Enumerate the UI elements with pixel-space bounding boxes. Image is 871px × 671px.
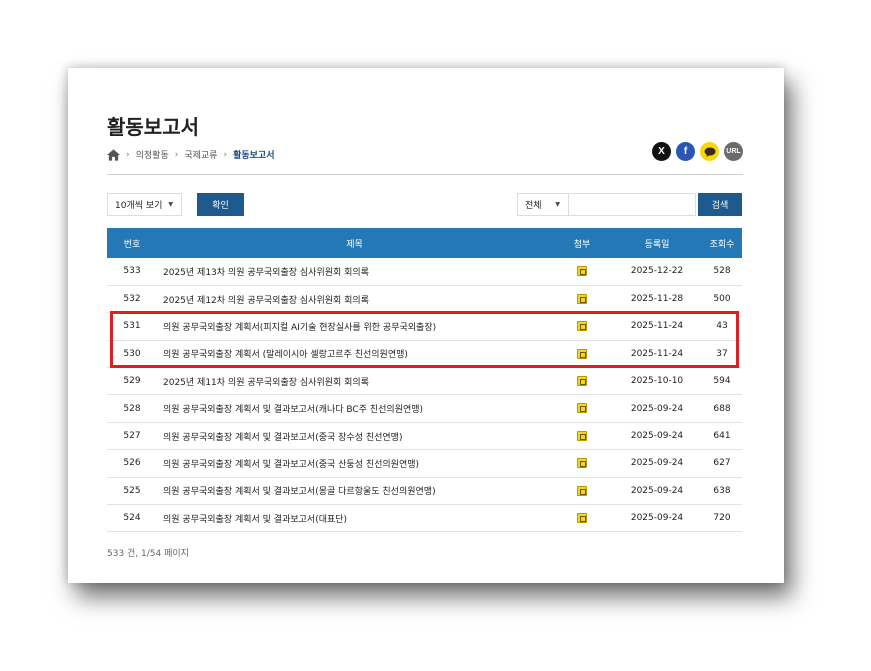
url-copy-icon[interactable]: URL (724, 142, 743, 161)
row-title-link[interactable]: 의원 공무국외출장 계획서 및 결과보고서(중국 장수성 친선연맹) (157, 422, 552, 451)
caret-down-icon: ▼ (168, 201, 173, 208)
breadcrumb: › 의정활동 › 국제교류 › 활동보고서 (107, 148, 274, 161)
table-row: 526 의원 공무국외출장 계획서 및 결과보고서(중국 산둥성 친선의원연맹)… (107, 449, 742, 478)
row-date: 2025-11-28 (612, 285, 702, 314)
header-date: 등록일 (612, 228, 702, 258)
activity-report-table: 번호 제목 첨부 등록일 조회수 533 2025년 제13차 의원 공무국외출… (107, 228, 742, 533)
row-no: 531 (107, 312, 157, 341)
row-views: 500 (702, 285, 742, 314)
row-no: 527 (107, 422, 157, 451)
divider (107, 174, 743, 175)
file-attachment-icon[interactable] (577, 376, 587, 386)
row-no: 524 (107, 504, 157, 533)
file-attachment-icon[interactable] (577, 321, 587, 332)
row-date: 2025-09-24 (612, 449, 702, 478)
header-title: 제목 (157, 228, 552, 258)
row-date: 2025-12-22 (612, 258, 702, 286)
table-row: 530 의원 공무국외출장 계획서 (말레이시아 셀랑고르주 친선의원연맹) 2… (107, 340, 742, 369)
table-row: 529 2025년 제11차 의원 공무국외출장 심사위원회 회의록 2025-… (107, 367, 742, 396)
row-views: 594 (702, 367, 742, 396)
home-icon[interactable] (107, 148, 120, 161)
table-row: 528 의원 공무국외출장 계획서 및 결과보고서(캐나다 BC주 친선의원연맹… (107, 394, 742, 423)
row-date: 2025-10-10 (612, 367, 702, 396)
x-share-icon[interactable]: X (652, 142, 671, 161)
row-title-link[interactable]: 의원 공무국외출장 계획서 및 결과보고서(대표단) (157, 504, 552, 533)
file-attachment-icon[interactable] (577, 485, 587, 496)
file-attachment-icon[interactable] (577, 266, 587, 277)
search-button[interactable]: 검색 (698, 193, 742, 216)
caret-down-icon: ▼ (555, 201, 560, 208)
row-title-link[interactable]: 2025년 제11차 의원 공무국외출장 심사위원회 회의록 (157, 367, 552, 396)
file-attachment-icon[interactable] (577, 512, 587, 523)
row-date: 2025-09-24 (612, 422, 702, 451)
content-card: 활동보고서 › 의정활동 › 국제교류 › 활동보고서 X f URL 10개씩… (68, 68, 784, 583)
breadcrumb-item-activities[interactable]: 의정활동 (136, 148, 169, 161)
facebook-share-icon[interactable]: f (676, 142, 695, 161)
breadcrumb-item-international[interactable]: 국제교류 (184, 148, 217, 161)
row-views: 37 (702, 340, 742, 369)
row-date: 2025-09-24 (612, 477, 702, 506)
row-title-link[interactable]: 의원 공무국외출장 계획서 및 결과보고서(캐나다 BC주 친선의원연맹) (157, 394, 552, 423)
chevron-right-icon: › (174, 149, 179, 160)
confirm-button[interactable]: 확인 (197, 193, 244, 216)
kakaotalk-share-icon[interactable] (700, 142, 719, 161)
file-attachment-icon[interactable] (577, 430, 587, 441)
row-views: 627 (702, 449, 742, 478)
file-attachment-icon[interactable] (577, 348, 587, 359)
table-row: 533 2025년 제13차 의원 공무국외출장 심사위원회 회의록 2025-… (107, 258, 742, 286)
chevron-right-icon: › (126, 149, 130, 160)
row-views: 528 (702, 258, 742, 286)
row-date: 2025-09-24 (612, 394, 702, 423)
row-views: 638 (702, 477, 742, 506)
table-row: 524 의원 공무국외출장 계획서 및 결과보고서(대표단) 2025-09-2… (107, 504, 742, 533)
breadcrumb-item-current: 활동보고서 (233, 151, 275, 161)
row-title-link[interactable]: 의원 공무국외출장 계획서 및 결과보고서(중국 산둥성 친선의원연맹) (157, 449, 552, 478)
row-views: 43 (702, 312, 742, 341)
row-views: 641 (702, 422, 742, 451)
chevron-right-icon: › (223, 149, 228, 160)
row-no: 530 (107, 340, 157, 369)
row-title-link[interactable]: 의원 공무국외출장 계획서 및 결과보고서(몽골 다르항울도 친선의원연맹) (157, 477, 552, 506)
row-views: 688 (702, 394, 742, 423)
row-no: 528 (107, 394, 157, 423)
facebook-label: f (683, 146, 688, 157)
page-size-value: 10개씩 보기 (115, 201, 163, 211)
row-no: 529 (107, 367, 157, 396)
page-title: 활동보고서 (107, 115, 199, 139)
page-info: 533 건, 1/54 페이지 (107, 549, 189, 559)
row-date: 2025-09-24 (612, 504, 702, 533)
row-title-link[interactable]: 의원 공무국외출장 계획서(피지컬 AI기술 현장실사를 위한 공무국외출장) (157, 312, 552, 341)
table-row: 527 의원 공무국외출장 계획서 및 결과보고서(중국 장수성 친선연맹) 2… (107, 422, 742, 451)
row-date: 2025-11-24 (612, 312, 702, 341)
row-no: 525 (107, 477, 157, 506)
header-views: 조회수 (702, 228, 742, 258)
row-date: 2025-11-24 (612, 340, 702, 369)
url-label: URL (726, 148, 741, 155)
row-no: 532 (107, 285, 157, 314)
list-controls: 10개씩 보기 ▼ 확인 전체 ▼ 검색 (107, 193, 743, 216)
header-no: 번호 (107, 228, 157, 258)
row-title-link[interactable]: 2025년 제12차 의원 공무국외출장 심사위원회 회의록 (157, 285, 552, 314)
row-no: 533 (107, 258, 157, 286)
table-row: 532 2025년 제12차 의원 공무국외출장 심사위원회 회의록 2025-… (107, 285, 742, 314)
table-header-row: 번호 제목 첨부 등록일 조회수 (107, 228, 742, 258)
file-attachment-icon[interactable] (577, 458, 587, 469)
header-attachment: 첨부 (552, 228, 612, 258)
file-attachment-icon[interactable] (577, 403, 587, 414)
row-views: 720 (702, 504, 742, 533)
row-title-link[interactable]: 의원 공무국외출장 계획서 (말레이시아 셀랑고르주 친선의원연맹) (157, 340, 552, 369)
speech-bubble-icon (704, 147, 715, 157)
search-scope-value: 전체 (525, 201, 542, 211)
table-row: 525 의원 공무국외출장 계획서 및 결과보고서(몽골 다르항울도 친선의원연… (107, 477, 742, 506)
row-no: 526 (107, 449, 157, 478)
page-size-select[interactable]: 10개씩 보기 ▼ (107, 193, 182, 216)
file-attachment-icon[interactable] (577, 293, 587, 304)
share-buttons: X f URL (652, 142, 743, 161)
search-scope-select[interactable]: 전체 ▼ (517, 193, 569, 216)
table-row: 531 의원 공무국외출장 계획서(피지컬 AI기술 현장실사를 위한 공무국외… (107, 312, 742, 341)
search-input[interactable] (568, 193, 696, 216)
row-title-link[interactable]: 2025년 제13차 의원 공무국외출장 심사위원회 회의록 (157, 258, 552, 286)
x-label: X (658, 146, 665, 157)
